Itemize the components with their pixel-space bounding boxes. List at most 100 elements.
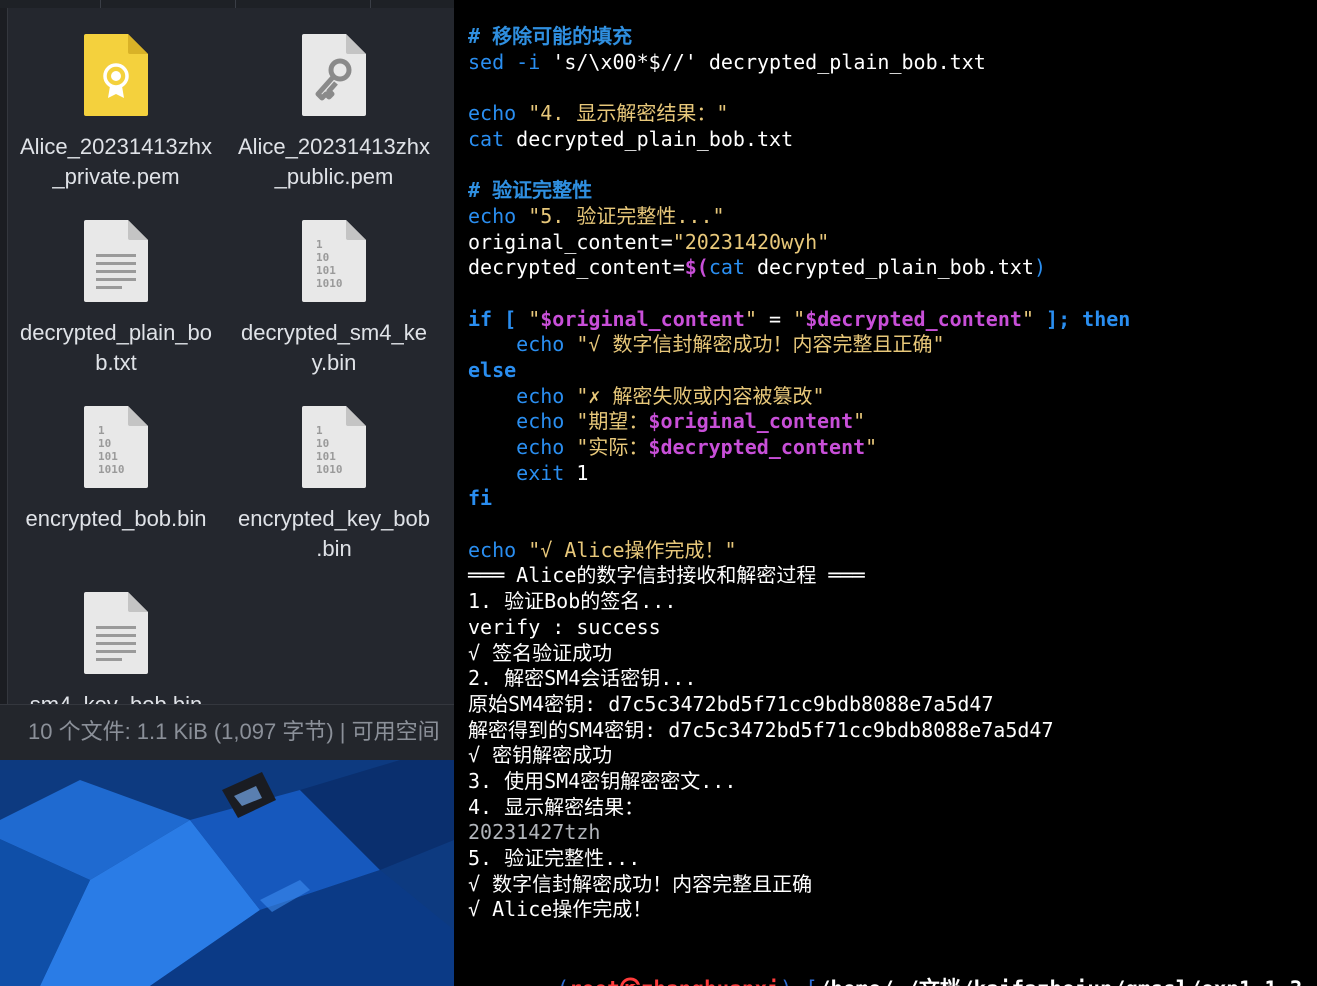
terminal-token: echo bbox=[468, 383, 577, 408]
binary-file-icon: 1 10 101 1010 bbox=[84, 406, 148, 488]
key-file-icon bbox=[302, 34, 366, 116]
terminal-token: decrypted_content= bbox=[468, 255, 685, 280]
terminal-token: # 验证完整性 bbox=[468, 178, 593, 203]
terminal-line: 3. 使用SM4密钥解密密文... bbox=[468, 769, 1130, 795]
terminal-line: else bbox=[468, 358, 1130, 384]
terminal-line: 解密得到的SM4密钥: d7c5c3472bd5f71cc9bdb8088e7a… bbox=[468, 718, 1130, 744]
terminal-token: $original_content bbox=[540, 306, 745, 331]
terminal-token: sed -i bbox=[468, 49, 553, 74]
terminal-line: √ 签名验证成功 bbox=[468, 641, 1130, 667]
file-item[interactable]: sm4_key_bob.bin bbox=[8, 590, 224, 704]
terminal-line: decrypted_content=$(cat decrypted_plain_… bbox=[468, 255, 1130, 281]
terminal-token: # 移除可能的填充 bbox=[468, 24, 633, 48]
terminal-line: echo "✗ 解密失败或内容被篡改" bbox=[468, 384, 1130, 410]
svg-text:1010: 1010 bbox=[316, 277, 343, 290]
terminal-line: echo "√ 数字信封解密成功！内容完整且正确" bbox=[468, 332, 1130, 358]
terminal-token: $( bbox=[684, 255, 709, 280]
terminal-token: = bbox=[757, 306, 794, 331]
file-name: b.txt bbox=[95, 350, 137, 375]
terminal-token: cat bbox=[708, 255, 745, 280]
terminal-token: cat bbox=[468, 126, 517, 151]
terminal-window[interactable]: # 移除可能的填充 sed -i 's/\x00*$//' decrypted_p… bbox=[454, 0, 1317, 986]
file-name: encrypted_key_bob bbox=[237, 506, 431, 531]
file-manager-window: Alice_20231413zhx _private.pem Alice_202… bbox=[0, 0, 454, 760]
file-name: Alice_20231413zhx bbox=[19, 134, 213, 159]
svg-text:101: 101 bbox=[98, 450, 118, 463]
file-item[interactable]: Alice_20231413zhx _private.pem bbox=[8, 32, 224, 192]
file-name: _public.pem bbox=[274, 164, 394, 189]
terminal-token: $original_content bbox=[648, 409, 854, 434]
svg-text:1010: 1010 bbox=[98, 463, 125, 476]
terminal-line: √ 数字信封解密成功！内容完整且正确 bbox=[468, 872, 1130, 898]
terminal-token: echo bbox=[468, 409, 577, 434]
file-name: decrypted_plain_bo bbox=[19, 320, 213, 345]
file-item[interactable]: 1 10 101 1010 encrypted_bob.bin bbox=[8, 404, 224, 534]
terminal-token: echo bbox=[468, 435, 577, 459]
wallpaper-keycaps-image bbox=[0, 760, 454, 986]
svg-text:1: 1 bbox=[316, 424, 323, 437]
terminal-token: " bbox=[528, 306, 541, 331]
terminal-line: exit 1 bbox=[468, 461, 1130, 487]
terminal-token: 3. 使用SM4密钥解密密文... bbox=[468, 768, 737, 793]
sidebar-edge bbox=[0, 8, 8, 708]
terminal-line: if [ "$original_content" = "$decrypted_c… bbox=[468, 307, 1130, 333]
binary-file-icon: 1 10 101 1010 bbox=[302, 220, 366, 302]
file-item[interactable]: 1 10 101 1010 decrypted_sm4_ke y.bin bbox=[226, 218, 442, 378]
file-name: _private.pem bbox=[52, 164, 180, 189]
terminal-token: " bbox=[865, 435, 878, 459]
svg-text:10: 10 bbox=[316, 437, 329, 450]
file-name: .bin bbox=[316, 536, 352, 561]
terminal-token: 原始SM4密钥: d7c5c3472bd5f71cc9bdb8088e7a5d4… bbox=[468, 691, 994, 716]
prompt-path: /home/…/文档/kaifazhejun/gmssl/exp1_1-3_4 bbox=[818, 977, 1317, 986]
text-file-icon bbox=[84, 220, 148, 302]
terminal-line: # 移除可能的填充 bbox=[468, 24, 1130, 50]
terminal-line: echo "5. 验证完整性..." bbox=[468, 204, 1130, 230]
terminal-line: echo "4. 显示解密结果：" bbox=[468, 101, 1130, 127]
terminal-token: √ Alice操作完成！ bbox=[468, 897, 653, 922]
terminal-line: sed -i 's/\x00*$//' decrypted_plain_bob.… bbox=[468, 50, 1130, 76]
terminal-token: 4. 显示解密结果： bbox=[468, 794, 645, 819]
terminal-token: √ 签名验证成功 bbox=[468, 640, 613, 665]
terminal-token: ]; bbox=[1033, 306, 1083, 331]
terminal-line: 2. 解密SM4会话密钥... bbox=[468, 666, 1130, 692]
binary-file-icon: 1 10 101 1010 bbox=[302, 406, 366, 488]
terminal-token: echo bbox=[468, 332, 577, 357]
svg-text:10: 10 bbox=[98, 437, 111, 450]
terminal-token: ═══ Alice的数字信封接收和解密过程 ═══ bbox=[468, 563, 865, 588]
terminal-token: echo bbox=[468, 101, 529, 126]
terminal-token: ) bbox=[1033, 255, 1046, 280]
shell-prompt: ┌──(root㉿zhanghuanxi)-[/home/…/文档/kaifaz… bbox=[468, 944, 1317, 986]
terminal-token: √ 数字信封解密成功！内容完整且正确 bbox=[468, 871, 813, 896]
svg-text:10: 10 bbox=[316, 251, 329, 264]
terminal-line: 5. 验证完整性... bbox=[468, 846, 1130, 872]
terminal-token: original_content= bbox=[468, 229, 673, 254]
terminal-token: $decrypted_content bbox=[805, 306, 1022, 331]
terminal-token: "4. 显示解密结果：" bbox=[528, 101, 729, 126]
terminal-line: original_content="20231420wyh" bbox=[468, 230, 1130, 256]
terminal-line: ═══ Alice的数字信封接收和解密过程 ═══ bbox=[468, 563, 1130, 589]
file-item[interactable]: 1 10 101 1010 encrypted_key_bob .bin bbox=[226, 404, 442, 564]
terminal-token: 1. 验证Bob的签名... bbox=[468, 589, 677, 614]
terminal-token: decrypted_plain_bob.txt bbox=[744, 255, 1034, 280]
terminal-token: verify : success bbox=[468, 614, 661, 639]
terminal-token: " bbox=[853, 409, 866, 434]
terminal-token: "√ Alice操作完成！" bbox=[528, 537, 737, 562]
terminal-token: 5. 验证完整性... bbox=[468, 846, 641, 870]
terminal-token: 20231427tzh bbox=[468, 820, 601, 845]
file-item[interactable]: decrypted_plain_bo b.txt bbox=[8, 218, 224, 378]
status-text: 10 个文件: 1.1 KiB (1,097 字节) | 可用空间 bbox=[28, 719, 440, 744]
terminal-line: 20231427tzh bbox=[468, 820, 1130, 846]
file-name: decrypted_sm4_ke bbox=[241, 320, 427, 345]
terminal-token: "20231420wyh" bbox=[672, 229, 830, 254]
terminal-token: "期望： bbox=[576, 409, 649, 434]
terminal-line: fi bbox=[468, 486, 1130, 512]
terminal-line: echo "实际：$decrypted_content" bbox=[468, 435, 1130, 461]
svg-text:1: 1 bbox=[316, 238, 323, 251]
file-item[interactable]: Alice_20231413zhx _public.pem bbox=[226, 32, 442, 192]
prompt-user-host: root㉿zhanghuanxi bbox=[569, 977, 780, 986]
terminal-token: 's/\x00*$//' bbox=[552, 49, 697, 74]
terminal-token: "5. 验证完整性..." bbox=[528, 203, 725, 228]
terminal-line: cat decrypted_plain_bob.txt bbox=[468, 127, 1130, 153]
